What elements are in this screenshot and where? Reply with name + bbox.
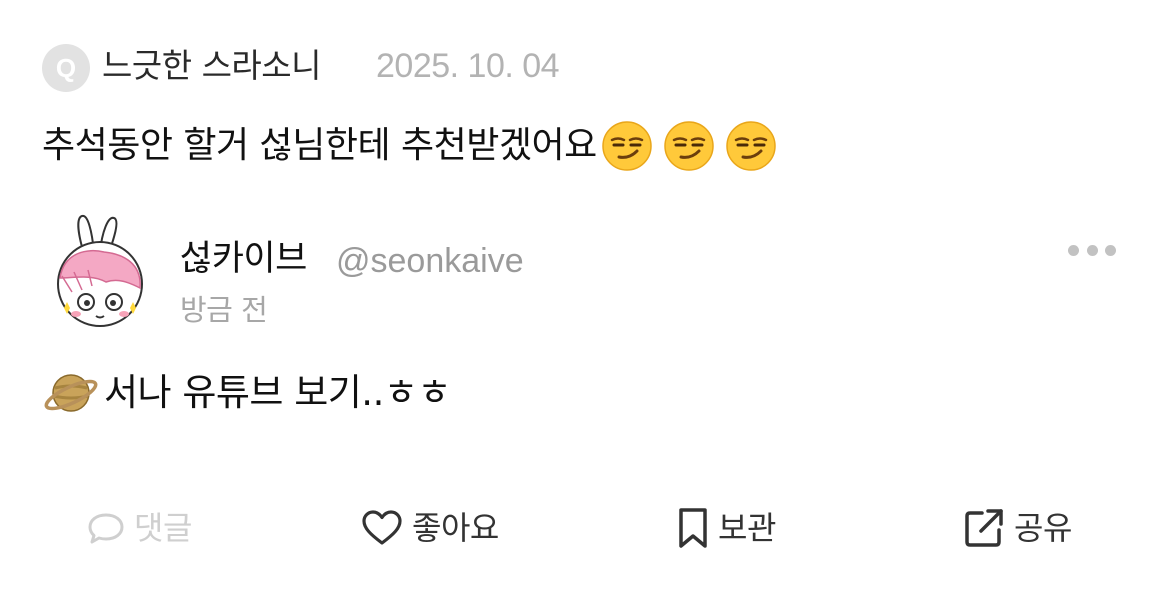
smirking-face-icon xyxy=(602,121,652,171)
smirking-face-icon xyxy=(726,121,776,171)
ringed-planet-icon xyxy=(44,374,98,412)
save-label: 보관 xyxy=(718,509,776,547)
comment-label: 댓글 xyxy=(134,509,192,547)
more-options-icon[interactable] xyxy=(1068,240,1116,260)
more-dot xyxy=(1105,244,1116,256)
author-handle[interactable]: @seonkaive xyxy=(336,238,524,284)
more-dot xyxy=(1086,244,1098,256)
heart-icon xyxy=(362,510,402,545)
question-date: 2025. 10. 04 xyxy=(376,47,560,85)
question-text: 추석동안 할거 섢님한테 추천받겠어요 xyxy=(42,125,597,166)
question-badge: Q xyxy=(42,44,90,92)
question-text-row: 추석동안 할거 섢님한테 추천받겠어요 xyxy=(42,120,777,172)
question-badge-label: Q xyxy=(55,52,77,83)
like-button[interactable]: 좋아요 xyxy=(360,502,499,554)
share-button[interactable]: 공유 xyxy=(962,502,1072,554)
speech-bubble-icon xyxy=(88,513,124,544)
like-label: 좋아요 xyxy=(412,509,499,547)
more-dot xyxy=(1068,244,1079,256)
author-avatar[interactable] xyxy=(42,212,158,332)
comment-button[interactable]: 댓글 xyxy=(86,502,192,554)
asker-name: 느긋한 스라소니 xyxy=(102,46,322,85)
save-button[interactable]: 보관 xyxy=(676,502,776,554)
bookmark-icon xyxy=(679,508,707,548)
smirking-face-icon xyxy=(664,121,714,171)
answer-text-row: 서나 유튜브 보기..ㅎㅎ xyxy=(42,364,451,422)
share-label: 공유 xyxy=(1014,509,1072,547)
answer-text: 서나 유튜브 보기..ㅎㅎ xyxy=(104,371,451,414)
share-external-icon xyxy=(965,509,1003,547)
author-name[interactable]: 섢카이브 xyxy=(180,236,307,282)
answer-time: 방금 전 xyxy=(180,293,268,327)
